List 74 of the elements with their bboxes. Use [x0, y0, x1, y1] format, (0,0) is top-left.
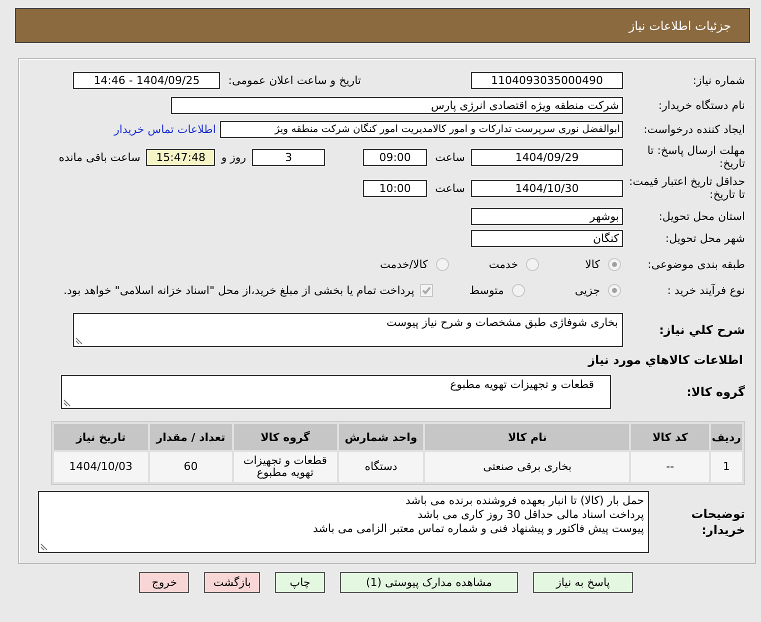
column-header: تاریخ نیاز	[54, 424, 148, 450]
city-field[interactable]: کنگان	[471, 230, 623, 246]
validity-time-field[interactable]: 10:00	[363, 180, 428, 196]
option-label: متوسط	[469, 284, 504, 296]
validity-date-field[interactable]: 1404/10/30	[471, 180, 623, 196]
table-cell: --	[631, 452, 709, 482]
table-cell: 1404/10/03	[54, 452, 148, 482]
table-cell: 1	[710, 452, 742, 482]
buyer-notes-box[interactable]: حمل بار (کالا) تا انبار بعهده فروشنده برنده می باشد پرداخت اسناد مالی حداقل 30 روز کاری می باشد پیوست پیش فاکتور و پیشنهاد فنی و شماره تماس معتبر الزامی می باشد	[38, 491, 649, 553]
field-label: نوع فرآیند خرید :	[666, 284, 746, 296]
deadline-date-field[interactable]: 1404/09/29	[471, 148, 623, 166]
column-header: واحد شمارش	[338, 424, 424, 450]
column-header: ردیف	[710, 424, 742, 450]
radio-button[interactable]	[526, 258, 540, 270]
action-button[interactable]: خروج	[139, 572, 190, 593]
page-title: جزئیات اطلاعات نیاز	[628, 18, 731, 32]
action-button[interactable]: مشاهده مدارک پیوستی (1)	[340, 572, 518, 593]
field-label: شماره نیاز:	[692, 74, 746, 86]
buyer-field[interactable]: شرکت منطقه ویژه اقتصادی انرژی پارس	[171, 96, 623, 114]
radio-button[interactable]	[512, 284, 525, 296]
description-box[interactable]: بخاری شوفاژی طبق مشخصات و شرح نیاز پیوست	[73, 313, 623, 347]
action-button[interactable]: پاسخ به نیاز	[533, 572, 633, 593]
requester-field[interactable]: ابوالفضل نوری سرپرست تدارکات و امور کالامدیریت امور کنگان شرکت منطقه ویژ	[220, 120, 623, 138]
field-label: استان محل تحویل:	[658, 210, 746, 222]
field-label: طبقه بندی موضوعی:	[646, 258, 746, 270]
radio-button[interactable]	[608, 258, 621, 270]
field-label: تاریخ و ساعت اعلان عمومی:	[228, 74, 361, 86]
resize-grip-icon[interactable]	[40, 543, 48, 551]
goods-group-text: قطعات و تجهیزات تهویه مطبوع	[449, 378, 595, 392]
resize-grip-icon[interactable]	[75, 337, 83, 345]
days-field[interactable]: 3	[252, 148, 326, 166]
checkbox[interactable]	[420, 284, 434, 296]
table-cell: 60	[150, 452, 232, 482]
column-header: تعداد / مقدار	[150, 424, 232, 450]
field-label: گروه کالا:	[686, 386, 746, 398]
field-label: توضیحات خریدار:	[690, 506, 746, 538]
announce-date-field[interactable]: 1404/09/25 - 14:46	[73, 72, 220, 88]
column-header: نام کالا	[425, 424, 630, 450]
action-button[interactable]: بازگشت	[204, 572, 260, 593]
resize-grip-icon[interactable]	[63, 399, 71, 407]
note-line: حمل بار (کالا) تا انبار بعهده فروشنده برنده می باشد	[404, 494, 644, 508]
field-label: حداقل تاریخ اعتبار قیمت: تا تاریخ:	[628, 175, 746, 201]
note-line: پرداخت اسناد مالی حداقل 30 روز کاری می باشد	[416, 508, 644, 522]
column-header: گروه کالا	[234, 424, 337, 450]
field-label: ایجاد کننده درخواست:	[642, 122, 746, 136]
column-header: کد کالا	[631, 424, 709, 450]
field-label: شرح کلي نياز:	[658, 324, 746, 336]
field-label: ساعت باقی مانده	[58, 150, 140, 164]
description-text: بخاری شوفاژی طبق مشخصات و شرح نیاز پیوست	[386, 316, 618, 330]
payment-note: پرداخت تمام یا بخشی از مبلغ خرید،از محل "اسناد خزانه اسلامی" خواهد بود.	[64, 284, 414, 296]
deadline-time-field[interactable]: 09:00	[363, 148, 428, 166]
field-label: روز و	[221, 150, 246, 164]
note-line: پیوست پیش فاکتور و پیشنهاد فنی و شماره تماس معتبر الزامی می باشد	[312, 522, 644, 536]
buyer-contact-link[interactable]: اطلاعات تماس خریدار	[114, 122, 216, 136]
table-cell: قطعات و تجهیزات تهویه مطبوع	[234, 452, 337, 482]
field-label: ساعت	[435, 182, 465, 194]
field-label: ساعت	[435, 150, 465, 164]
option-label: کالا	[585, 258, 600, 270]
field-label: مهلت ارسال پاسخ: تا تاریخ:	[646, 144, 746, 170]
action-button[interactable]: چاپ	[275, 572, 325, 593]
option-label: خدمت	[488, 258, 518, 270]
field-label: شهر محل تحویل:	[664, 232, 746, 244]
field-label: نام دستگاه خریدار:	[657, 98, 746, 112]
radio-button[interactable]	[436, 258, 449, 270]
option-label: کالا/خدمت	[380, 258, 428, 270]
goods-group-box[interactable]: قطعات و تجهیزات تهویه مطبوع	[61, 375, 611, 409]
table-cell: دستگاه	[338, 452, 424, 482]
section-heading: اطلاعات کالاهاي مورد نياز	[586, 353, 743, 367]
need-number-field[interactable]: 1104093035000490	[471, 72, 623, 88]
province-field[interactable]: بوشهر	[471, 208, 623, 224]
table-cell: بخاری برقی صنعتی	[425, 452, 630, 482]
option-label: جزیی	[574, 284, 600, 296]
radio-button[interactable]	[608, 284, 621, 296]
remaining-time-field[interactable]: 15:47:48	[146, 148, 216, 166]
